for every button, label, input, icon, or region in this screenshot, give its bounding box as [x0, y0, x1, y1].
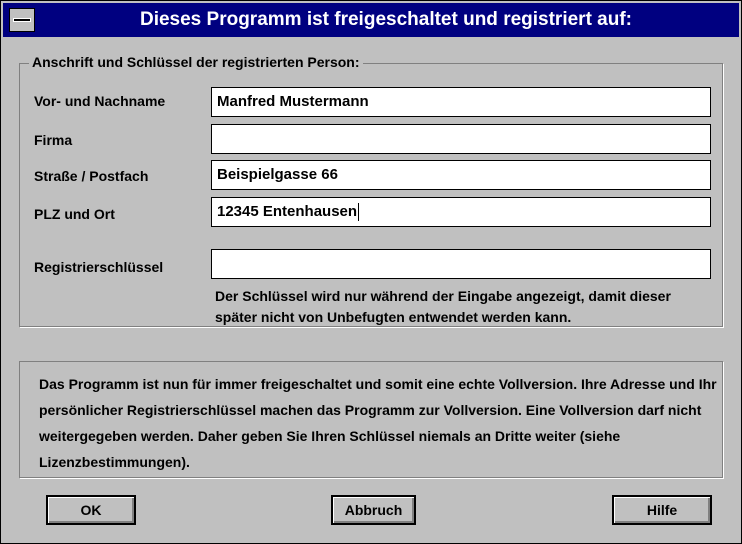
firma-input[interactable]: [211, 124, 711, 154]
cancel-button[interactable]: Abbruch: [331, 495, 416, 525]
system-menu-icon: [13, 18, 31, 22]
address-group-label: Anschrift und Schlüssel der registrierte…: [29, 54, 363, 70]
strasse-input[interactable]: Beispielgasse 66: [211, 160, 711, 190]
schluessel-input[interactable]: [211, 249, 711, 279]
title-bar[interactable]: Dieses Programm ist freigeschaltet und r…: [3, 3, 739, 37]
name-input[interactable]: Manfred Mustermann: [211, 87, 711, 117]
plz-label: PLZ und Ort: [34, 206, 115, 222]
ok-button[interactable]: OK: [46, 495, 136, 525]
name-label: Vor- und Nachname: [34, 93, 166, 109]
info-text: Das Programm ist nun für immer freigesch…: [39, 376, 717, 470]
help-button[interactable]: Hilfe: [612, 495, 712, 525]
text-caret: [358, 203, 360, 222]
system-menu-button[interactable]: [9, 8, 35, 32]
plz-input[interactable]: 12345 Entenhausen: [211, 197, 711, 227]
registration-dialog: Dieses Programm ist freigeschaltet und r…: [0, 0, 742, 544]
plz-input-text: 12345 Entenhausen: [217, 203, 358, 220]
key-hint-text: Der Schlüssel wird nur während der Einga…: [215, 288, 671, 325]
firma-label: Firma: [34, 132, 73, 148]
schluessel-label: Registrierschlüssel: [34, 259, 164, 275]
window-title: Dieses Programm ist freigeschaltet und r…: [139, 9, 633, 30]
strasse-label: Straße / Postfach: [34, 168, 149, 184]
